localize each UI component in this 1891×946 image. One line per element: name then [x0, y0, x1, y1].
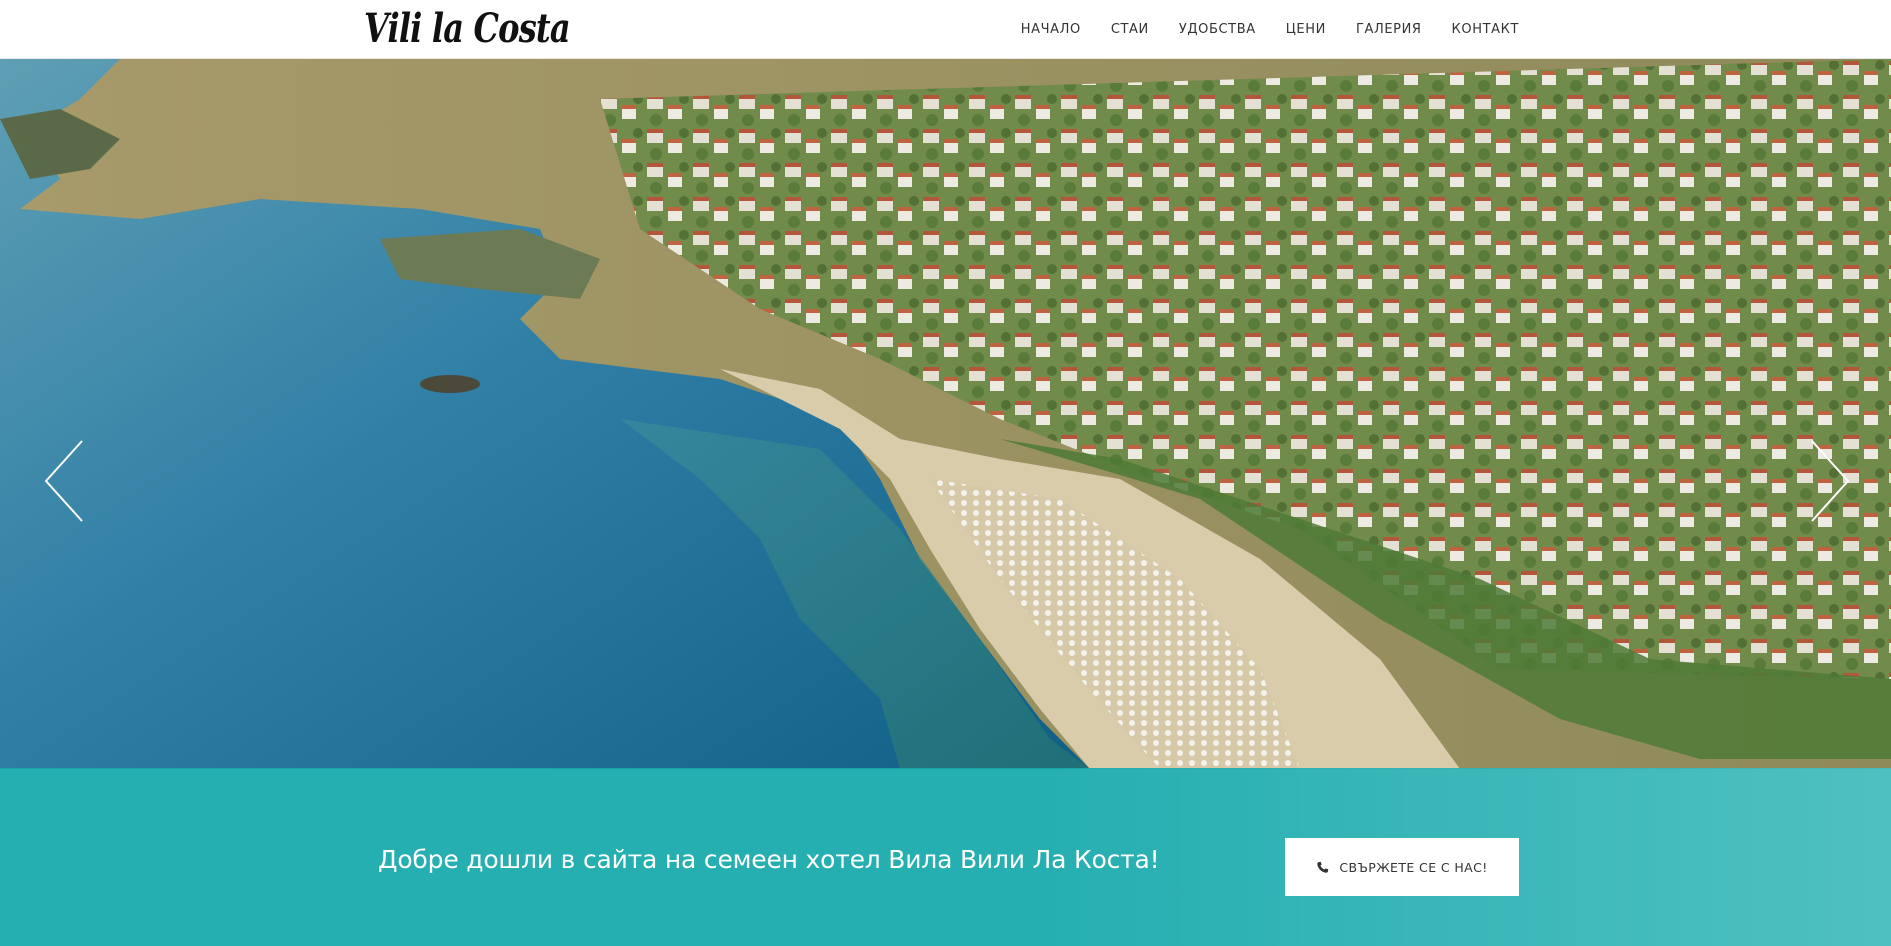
- nav-item-home[interactable]: НАЧАЛО: [1021, 0, 1081, 59]
- welcome-band: Добре дошли в сайта на семеен хотел Вила…: [0, 768, 1891, 946]
- contact-us-button[interactable]: СВЪРЖЕТЕ СЕ С НАС!: [1285, 838, 1519, 896]
- slider-next-button[interactable]: [1800, 433, 1860, 529]
- nav-item-contact[interactable]: КОНТАКТ: [1452, 0, 1519, 59]
- site-header: Vili la Costa НАЧАЛО СТАИ УДОБСТВА ЦЕНИ …: [0, 0, 1891, 59]
- hero-slider: [0, 59, 1891, 769]
- hero-image: [0, 59, 1891, 769]
- main-nav: НАЧАЛО СТАИ УДОБСТВА ЦЕНИ ГАЛЕРИЯ КОНТАК…: [991, 0, 1519, 59]
- site-logo[interactable]: Vili la Costa: [364, 2, 571, 56]
- contact-us-label: СВЪРЖЕТЕ СЕ С НАС!: [1339, 859, 1488, 875]
- nav-item-rooms[interactable]: СТАИ: [1111, 0, 1149, 59]
- welcome-text: Добре дошли в сайта на семеен хотел Вила…: [378, 845, 1160, 874]
- nav-item-amenities[interactable]: УДОБСТВА: [1179, 0, 1256, 59]
- phone-icon: [1317, 861, 1329, 873]
- nav-item-gallery[interactable]: ГАЛЕРИЯ: [1356, 0, 1422, 59]
- slider-prev-button[interactable]: [34, 433, 94, 529]
- chevron-left-icon: [44, 440, 83, 522]
- chevron-right-icon: [1811, 440, 1850, 522]
- nav-item-prices[interactable]: ЦЕНИ: [1286, 0, 1326, 59]
